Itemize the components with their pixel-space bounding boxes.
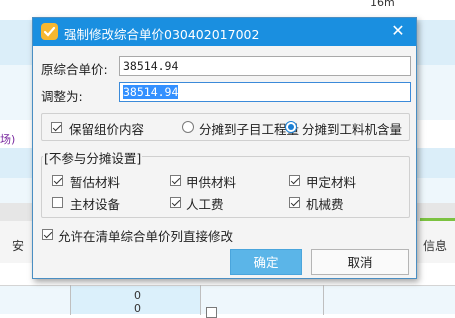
main-material-equipment-checkbox[interactable]	[52, 197, 63, 208]
owner-supplied-material-checkbox[interactable]	[170, 175, 181, 186]
main-material-equipment-label: 主材设备	[70, 197, 121, 212]
allocate-labor-label: 分摊到工料机含量	[302, 122, 403, 137]
bg-left-text: 场)	[0, 133, 16, 146]
bg-col-header-right: 信息	[423, 239, 448, 253]
original-price-label: 原综合单价:	[41, 62, 108, 77]
allow-direct-edit-label: 允许在清单综合单价列直接修改	[58, 229, 234, 244]
allocate-labor-radio[interactable]	[285, 121, 297, 133]
bg-col-header-left: 安	[12, 239, 25, 253]
dialog-title: 强制修改综合单价030402017002	[64, 27, 260, 42]
owner-supplied-material-label: 甲供材料	[186, 175, 237, 190]
bg-row-value-1: 0	[134, 289, 141, 302]
allocate-sub-items-label: 分摊到子目工程量	[199, 122, 300, 137]
provisional-material-checkbox[interactable]	[52, 175, 63, 186]
bg-top-right-text: 16m	[370, 0, 395, 9]
owner-specified-material-label: 甲定材料	[306, 175, 357, 190]
keep-composition-checkbox[interactable]	[51, 122, 62, 133]
dialog-titlebar[interactable]: 强制修改综合单价030402017002 ✕	[33, 18, 416, 46]
machinery-cost-checkbox[interactable]	[289, 197, 300, 208]
keep-composition-label: 保留组价内容	[69, 122, 145, 137]
adjust-to-label: 调整为:	[41, 89, 83, 104]
bg-col-line-1	[70, 285, 71, 315]
owner-specified-material-checkbox[interactable]	[289, 175, 300, 186]
force-edit-price-dialog: 强制修改综合单价030402017002 ✕ 原综合单价: 38514.94 调…	[32, 17, 417, 279]
ok-button[interactable]: 确定	[230, 249, 302, 275]
bg-row-checkbox[interactable]	[206, 307, 217, 318]
allocate-sub-items-radio[interactable]	[182, 121, 194, 133]
bg-col-line-2	[200, 285, 201, 315]
original-price-field[interactable]: 38514.94	[119, 56, 411, 76]
original-price-value: 38514.94	[123, 59, 179, 73]
labor-cost-checkbox[interactable]	[170, 197, 181, 208]
allow-direct-edit-checkbox[interactable]	[42, 229, 53, 240]
close-icon[interactable]: ✕	[388, 21, 408, 41]
bg-col-line-3	[323, 285, 324, 315]
exclude-allocation-title: [不参与分摊设置]	[43, 148, 143, 167]
adjust-to-value: 38514.94	[123, 85, 179, 99]
app-logo-icon	[41, 23, 58, 40]
bg-row-value-2: 0	[134, 302, 141, 315]
machinery-cost-label: 机械费	[306, 197, 344, 212]
cancel-button[interactable]: 取消	[311, 249, 409, 275]
bg-row-2	[0, 286, 455, 314]
adjust-to-input[interactable]: 38514.94	[119, 82, 411, 102]
labor-cost-label: 人工费	[186, 197, 224, 212]
provisional-material-label: 暂估材料	[70, 175, 121, 190]
